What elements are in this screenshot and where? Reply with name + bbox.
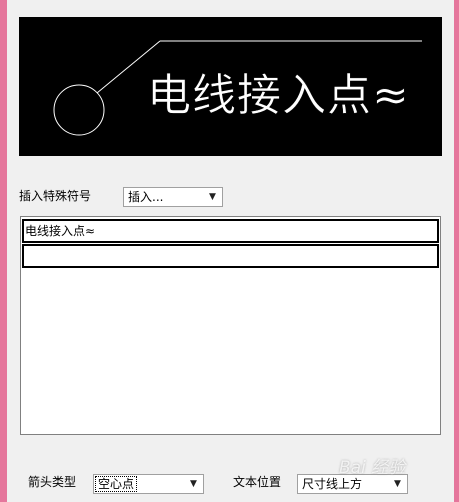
text-lines-list[interactable]: 电线接入点≈ — [20, 216, 441, 435]
preview-label-text: 电线接入点≈ — [147, 70, 410, 122]
insert-symbol-label: 插入特殊符号 — [19, 189, 92, 203]
arrow-type-select-value: 空心点 — [95, 476, 138, 492]
dialog-panel: 电线接入点≈ 插入特殊符号 插入... ▼ 电线接入点≈ 箭头类型 空心点 ▼ … — [7, 0, 454, 502]
label-preview-canvas: 电线接入点≈ — [19, 17, 442, 156]
baidu-watermark-logo: Bai 经验 — [339, 458, 406, 478]
chevron-down-icon[interactable]: ▼ — [390, 476, 405, 492]
text-line-row-2[interactable] — [22, 244, 439, 268]
chevron-down-icon[interactable]: ▼ — [205, 189, 220, 205]
arrow-type-select[interactable]: 空心点 ▼ — [93, 474, 204, 494]
leader-circle — [53, 84, 105, 136]
chevron-down-icon[interactable]: ▼ — [186, 476, 201, 492]
text-position-label: 文本位置 — [233, 475, 282, 489]
text-position-select-value: 尺寸线上方 — [302, 477, 363, 491]
text-line-row-1[interactable]: 电线接入点≈ — [22, 219, 439, 243]
insert-symbol-select[interactable]: 插入... ▼ — [123, 187, 223, 207]
insert-symbol-select-value: 插入... — [128, 190, 164, 204]
arrow-type-label: 箭头类型 — [28, 475, 77, 489]
